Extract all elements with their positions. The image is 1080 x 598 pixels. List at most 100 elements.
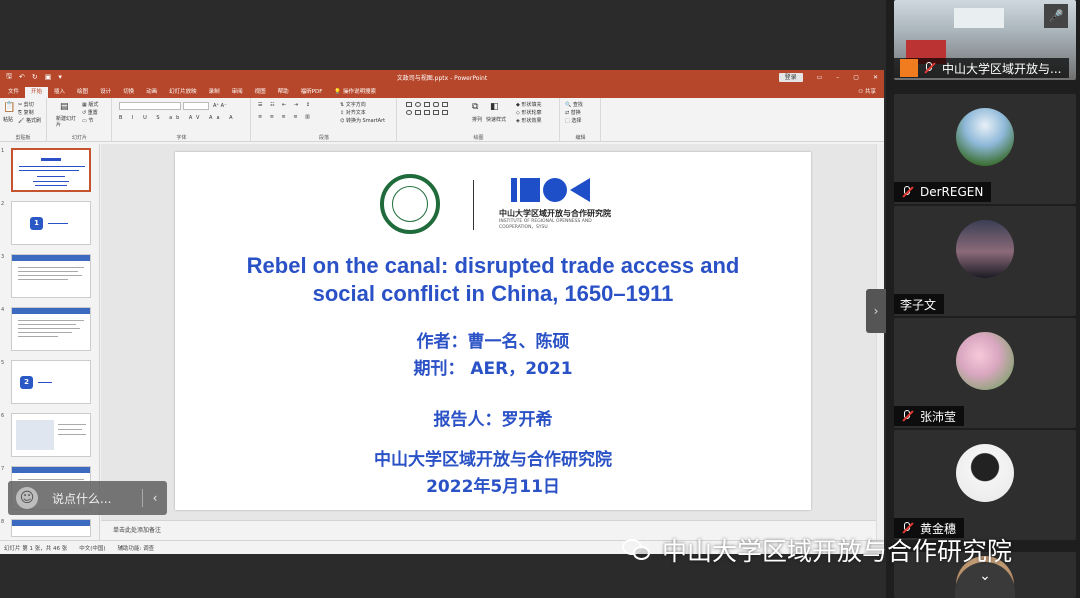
shape-outline-button[interactable]: ◇ 形状轮廓	[516, 109, 541, 116]
shape-triangle-icon[interactable]	[415, 110, 421, 115]
copy-button[interactable]: ⎘ 复制	[18, 109, 34, 116]
tab-file[interactable]: 文件	[2, 87, 25, 98]
shape-rectangle-icon[interactable]	[406, 102, 412, 107]
logo-divider	[473, 180, 474, 230]
thumb-number: 5	[1, 360, 5, 366]
tab-home[interactable]: 开始	[25, 87, 49, 98]
arrange-button[interactable]: 排列	[472, 116, 482, 123]
cut-button[interactable]: ✂ 剪切	[18, 101, 34, 108]
new-slide-icon[interactable]: ▤	[60, 102, 69, 112]
smartart-button[interactable]: ⌬ 转换为 SmartArt	[340, 117, 385, 124]
language-status[interactable]: 中文(中国)	[79, 544, 105, 552]
ribbon-display-options-icon[interactable]: ▭	[817, 74, 823, 81]
tab-design[interactable]: 设计	[94, 87, 117, 98]
slide-editing-canvas[interactable]: 中山大学区域开放与合作研究院 INSTITUTE OF REGIONAL OPE…	[101, 144, 876, 520]
slide-thumbnail[interactable]	[11, 413, 91, 457]
tab-record[interactable]: 录制	[203, 87, 226, 98]
layout-button[interactable]: ▦ 版式	[82, 101, 98, 108]
vertical-scrollbar[interactable]	[876, 144, 884, 540]
find-button[interactable]: 🔍 查找	[565, 101, 583, 108]
participant-tile[interactable]: DerREGEN	[894, 94, 1076, 204]
chat-input-bar[interactable]: ☺ 说点什么... ‹	[8, 481, 167, 515]
slide-thumbnail[interactable]	[11, 148, 91, 192]
chat-placeholder[interactable]: 说点什么...	[52, 490, 142, 507]
participant-tile[interactable]: 张沛莹	[894, 318, 1076, 428]
reset-button[interactable]: ↺ 重置	[82, 109, 98, 116]
list-buttons[interactable]: ☰ ☷ ⇤ ⇥ ↕	[258, 102, 313, 108]
shape-oval-icon[interactable]	[415, 102, 421, 107]
thumb-section-badge: 1	[30, 217, 43, 230]
ribbon-home: 📋 粘贴 ✂ 剪切 ⎘ 复制 🖌 格式刷 剪贴板 ▤ 新建幻灯片 ▦ 版式 ↺ …	[0, 98, 884, 142]
cut-label: 剪切	[23, 102, 34, 108]
accessibility-status[interactable]: 辅助功能: 调查	[118, 544, 155, 552]
align-text-button[interactable]: ⇳ 对齐文本	[340, 109, 366, 116]
save-icon[interactable]: 🖫	[6, 72, 12, 83]
paste-button[interactable]: 粘贴	[3, 116, 13, 123]
align-buttons[interactable]: ≡ ≡ ≡ ≡ ▥	[258, 114, 313, 120]
drawing-group-label: 绘图	[473, 135, 484, 141]
share-button[interactable]: ⚇ 共享	[858, 87, 884, 98]
close-icon[interactable]: ✕	[873, 74, 878, 81]
thumb-number: 7	[1, 466, 5, 472]
tab-review[interactable]: 审阅	[226, 87, 249, 98]
shape-line-icon[interactable]	[424, 110, 430, 115]
shape-brace-icon[interactable]	[442, 110, 448, 115]
paste-icon[interactable]: 📋	[3, 102, 15, 113]
font-size-select[interactable]	[183, 102, 209, 110]
participant-namebar: DerREGEN	[894, 182, 992, 202]
select-button[interactable]: ⬚ 选择	[565, 117, 581, 124]
format-painter-button[interactable]: 🖌 格式刷	[18, 117, 41, 124]
tab-view[interactable]: 视图	[249, 87, 272, 98]
quick-access-dropdown-icon[interactable]: ▾	[58, 73, 62, 81]
shape-rounded-rect-icon[interactable]	[433, 102, 439, 107]
collapse-panel-chevron-right-icon[interactable]: ›	[866, 289, 886, 333]
tab-slideshow[interactable]: 幻灯片放映	[163, 87, 203, 98]
shape-effects-button[interactable]: ◈ 形状效果	[516, 117, 541, 124]
tab-animations[interactable]: 动画	[140, 87, 163, 98]
thumb-line	[18, 332, 72, 333]
tell-me-search[interactable]: 💡 操作说明搜索	[328, 87, 382, 98]
undo-icon[interactable]: ↶	[19, 73, 25, 81]
participant-tile[interactable]: 黄金穗	[894, 430, 1076, 540]
current-slide[interactable]: 中山大学区域开放与合作研究院 INSTITUTE OF REGIONAL OPE…	[175, 152, 811, 510]
slide-thumbnail[interactable]	[11, 307, 91, 351]
font-group-label: 字体	[176, 135, 187, 141]
tab-insert[interactable]: 插入	[48, 87, 71, 98]
participant-tile[interactable]: 🎤 中山大学区域开放与...	[894, 0, 1076, 80]
tab-foxit-pdf[interactable]: 福昕PDF	[295, 87, 329, 98]
tab-draw[interactable]: 绘图	[71, 87, 94, 98]
shape-textbox-icon[interactable]	[424, 102, 430, 107]
smile-icon[interactable]: ☺	[16, 487, 38, 509]
section-button[interactable]: ▭ 节	[82, 117, 93, 124]
shape-arrow-icon[interactable]	[442, 102, 448, 107]
start-slideshow-icon[interactable]: ▣	[45, 73, 52, 81]
arrange-icon[interactable]: ⧉	[472, 102, 478, 112]
thumb-line	[18, 320, 84, 321]
slide-count-status: 幻灯片 第 1 张，共 46 张	[4, 545, 68, 552]
quick-styles-button[interactable]: 快速样式	[486, 116, 506, 123]
shape-circle-icon[interactable]	[406, 110, 412, 115]
maximize-icon[interactable]: ▢	[853, 74, 859, 81]
font-family-select[interactable]	[119, 102, 181, 110]
slide-thumbnail[interactable]	[11, 254, 91, 298]
font-format-buttons[interactable]: B I U S ab AV Aa A	[119, 115, 237, 121]
grow-font-icon[interactable]: A⁺ A⁻	[213, 103, 227, 109]
tab-help[interactable]: 帮助	[272, 87, 295, 98]
shape-star-icon[interactable]	[433, 110, 439, 115]
text-direction-button[interactable]: ⇅ 文字方向	[340, 101, 366, 108]
shape-fill-button[interactable]: ◆ 形状填充	[516, 101, 541, 108]
minimize-icon[interactable]: –	[836, 74, 839, 81]
quick-styles-icon[interactable]: ◧	[490, 102, 499, 112]
group-clipboard: 📋 粘贴 ✂ 剪切 ⎘ 复制 🖌 格式刷 剪贴板	[0, 98, 47, 142]
replace-button[interactable]: ⇄ 替换	[565, 109, 581, 116]
participant-tile[interactable]: 李子文	[894, 206, 1076, 316]
tab-transitions[interactable]: 切换	[117, 87, 140, 98]
chevron-left-icon[interactable]: ‹	[143, 491, 167, 505]
slide-thumbnail[interactable]: 1	[11, 201, 91, 245]
slide-thumbnail[interactable]	[11, 519, 91, 537]
new-slide-button[interactable]: 新建幻灯片	[56, 116, 76, 128]
login-button[interactable]: 登录	[778, 72, 803, 82]
redo-icon[interactable]: ↻	[32, 73, 38, 81]
slide-thumbnail[interactable]: 2	[11, 360, 91, 404]
logo-circle	[543, 178, 567, 202]
